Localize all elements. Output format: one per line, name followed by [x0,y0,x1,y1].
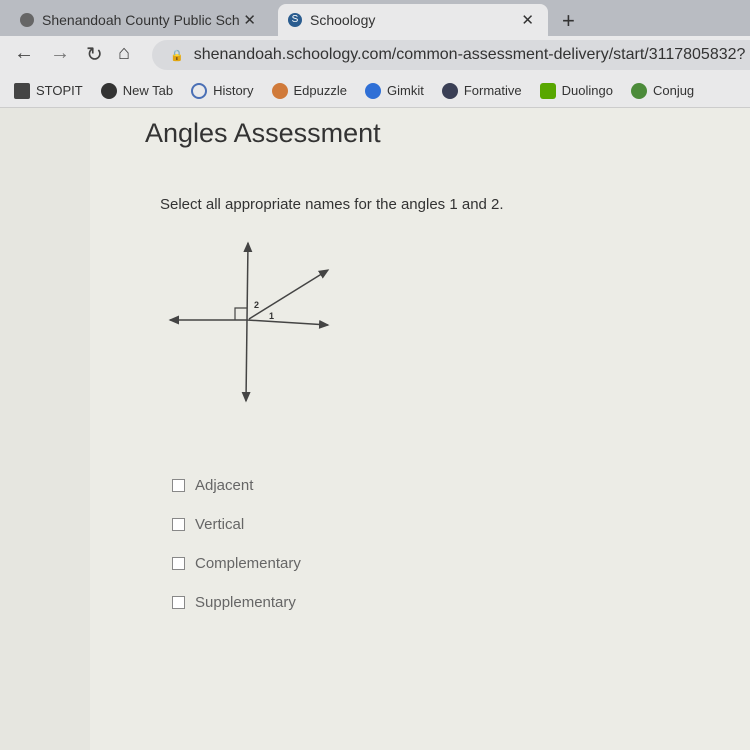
tab-label: Schoology [310,12,376,28]
bookmark-history[interactable]: History [191,82,254,99]
forward-icon[interactable]: → [50,42,70,65]
bookmark-stopit[interactable]: STOPIT [14,82,83,99]
tab-bar: Shenandoah County Public Sch ✕ S Schoolo… [0,0,750,36]
checkbox[interactable] [172,596,185,609]
bookmark-label: New Tab [122,83,174,98]
folder-icon [14,82,30,99]
vertical-line-up [243,241,253,321]
option-label: Complementary [195,555,301,572]
edpuzzle-icon [271,82,288,99]
ray [248,269,330,320]
angle-figure: 2 1 [168,241,330,403]
option-adjacent[interactable]: Adjacent [172,466,301,505]
option-label: Vertical [195,516,245,533]
new-tab-button[interactable]: + [562,8,575,34]
bookmark-label: Edpuzzle [293,83,347,98]
close-tab-icon[interactable]: ✕ [521,11,534,29]
checkbox[interactable] [172,479,185,492]
bookmark-label: STOPIT [36,83,83,98]
bookmark-new-tab[interactable]: New Tab [100,82,174,99]
vertical-line-down [241,319,251,403]
bookmark-label: History [213,83,254,98]
question-text: Select all appropriate names for the ang… [160,196,504,213]
bookmark-label: Gimkit [387,83,424,98]
right-angle-marker [234,307,247,320]
formative-icon [441,82,458,99]
link-icon [20,13,34,27]
horizontal-line-right [246,319,330,329]
url-text: shenandoah.schoology.com/common-assessme… [193,46,746,63]
back-icon[interactable]: ← [14,42,34,65]
home-icon[interactable]: ⌂ [118,42,130,65]
bookmark-label: Conjug [652,83,695,98]
duolingo-icon [539,82,556,99]
checkbox[interactable] [172,518,185,531]
checkbox[interactable] [172,557,185,570]
tab-schoology[interactable]: S Schoology ✕ [278,4,548,36]
history-icon [191,82,208,99]
bookmark-formative[interactable]: Formative [441,82,522,99]
reload-icon[interactable]: ↻ [86,42,103,67]
bookmark-gimkit[interactable]: Gimkit [365,82,424,99]
close-tab-icon[interactable]: ✕ [243,11,256,29]
url-input[interactable]: 🔒 shenandoah.schoology.com/common-assess… [152,40,750,70]
schoology-icon: S [288,13,302,27]
angle-2-label: 2 [254,300,259,310]
bookmark-label: Duolingo [561,83,613,98]
frog-icon [630,82,647,99]
bookmarks-bar: STOPIT New Tab History Edpuzzle Gimkit F… [0,74,750,108]
globe-icon [100,82,117,99]
option-label: Adjacent [195,477,254,494]
bookmark-edpuzzle[interactable]: Edpuzzle [271,82,347,99]
option-complementary[interactable]: Complementary [172,544,301,583]
bookmark-duolingo[interactable]: Duolingo [539,82,613,99]
lock-icon: 🔒 [170,49,184,62]
option-label: Supplementary [195,594,296,611]
address-bar-row: ← → ↻ ⌂ 🔒 shenandoah.schoology.com/commo… [0,36,750,74]
bookmark-conjug[interactable]: Conjug [630,82,695,99]
option-supplementary[interactable]: Supplementary [172,583,301,622]
page-title: Angles Assessment [145,118,381,148]
bookmark-label: Formative [463,83,522,98]
gimkit-icon [365,82,381,99]
answer-options: Adjacent Vertical Complementary Suppleme… [172,466,301,622]
angle-1-label: 1 [269,311,274,321]
tab-label: Shenandoah County Public Sch [42,12,240,28]
option-vertical[interactable]: Vertical [172,505,301,544]
tab-shenandoah[interactable]: Shenandoah County Public Sch ✕ [20,4,270,36]
